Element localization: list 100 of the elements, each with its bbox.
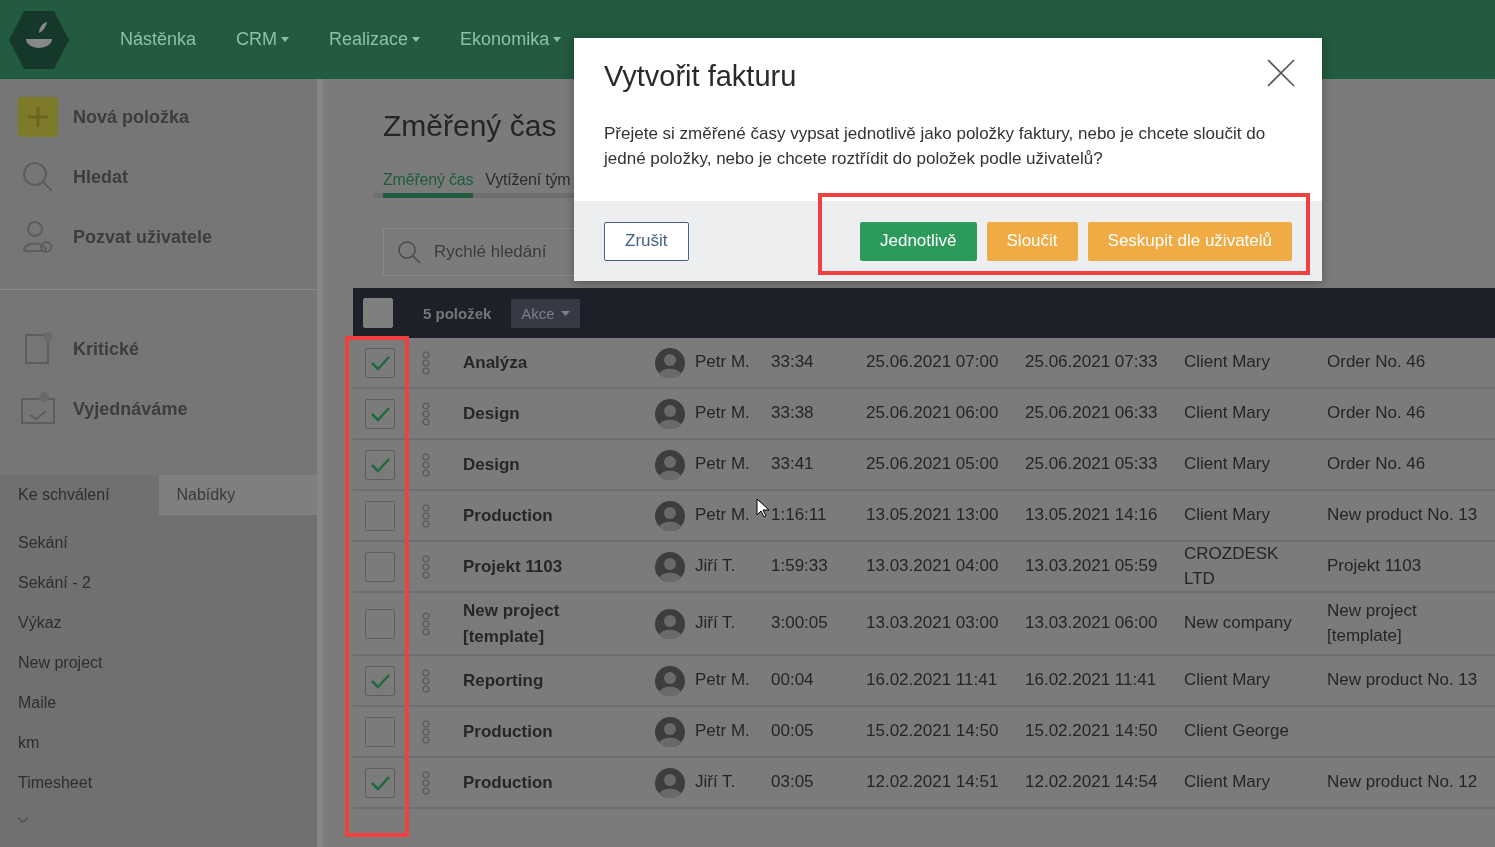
checkbox[interactable] [365,347,395,378]
sidebar-list-item[interactable]: Sekání [18,523,317,563]
sidebar-list-item[interactable]: Timesheet [18,763,317,803]
task-name: Analýza [463,351,528,374]
dialog-message: Přejete si změřené časy vypsat jednotlivě jako položky faktury, nebo je chcete sloučit do jedné položky, nebo je chcete roztřídit do položek podle uživatelů? [602,123,1267,170]
client-name: New company [1184,612,1292,635]
sidebar-item[interactable]: Hledat [73,166,128,188]
avatar [655,716,685,747]
order-name: New project [template] [1327,600,1418,647]
task-name: Design [463,402,520,425]
task-name: Design [463,453,520,476]
nav-menu-item[interactable]: Ekonomika [460,29,562,50]
checkbox[interactable] [365,665,395,696]
task-name: Production [463,721,553,744]
group-by-user-button[interactable]: Seskupit dle uživatelů [1087,221,1292,261]
client-name: Client Mary [1184,402,1270,425]
avatar [655,551,685,582]
logo-icon[interactable] [8,8,70,71]
start-time: 16.02.2021 11:41 [866,669,998,692]
nav-menu-item[interactable]: Nástěnka [120,29,197,50]
close-icon[interactable] [1266,58,1296,88]
checkbox[interactable] [365,449,395,480]
search-icon [397,240,421,264]
avatar [655,767,685,798]
order-name: New product No. 13 [1327,669,1478,692]
avatar [655,608,685,639]
sidebar-list-item[interactable]: New project [18,643,317,683]
user-name: Jiří T. [695,555,736,578]
user-name: Petr M. [695,504,750,527]
checkbox[interactable] [365,500,395,531]
sidebar-list-item[interactable]: km [18,723,317,763]
cursor-icon [756,498,770,518]
row-menu-icon[interactable] [422,719,430,744]
user-name: Jiří T. [695,771,736,794]
start-time: 12.02.2021 14:51 [866,771,999,794]
start-time: 13.03.2021 03:00 [866,612,999,635]
sidebar-item[interactable]: Vyjednáváme [73,398,188,420]
row-menu-icon[interactable] [422,503,430,528]
tab[interactable]: Změřený čas [383,171,474,198]
avatar [655,347,685,378]
duration: 00:04 [771,669,814,692]
avatar [655,665,685,696]
start-time: 25.06.2021 05:00 [866,453,999,476]
client-name: Client Mary [1184,771,1270,794]
individually-button[interactable]: Jednotlivě [859,221,977,261]
checkbox[interactable] [363,298,393,328]
user-name: Petr M. [695,351,750,374]
order-name: New product No. 13 [1327,504,1478,527]
end-time: 16.02.2021 11:41 [1025,669,1157,692]
row-menu-icon[interactable] [422,668,430,693]
sidebar-item[interactable]: Nová položka [73,106,190,128]
end-time: 25.06.2021 07:33 [1025,351,1158,374]
user-name: Petr M. [695,720,750,743]
sidebar-list-item[interactable]: Výkaz [18,603,317,643]
merge-button[interactable]: Sloučit [986,221,1078,261]
row-menu-icon[interactable] [422,770,430,795]
row-menu-icon[interactable] [422,554,430,579]
row-menu-icon[interactable] [422,452,430,477]
checkbox[interactable] [365,716,395,747]
start-time: 15.02.2021 14:50 [866,720,999,743]
end-time: 25.06.2021 06:33 [1025,402,1158,425]
nav-menu-item[interactable]: CRM [236,29,290,50]
duration: 03:05 [771,771,814,794]
order-name: Order No. 46 [1327,453,1426,476]
row-menu-icon[interactable] [422,611,430,636]
sidebar-tab[interactable]: Ke schválení [0,475,159,515]
avatar [655,449,685,480]
sidebar-list-item[interactable]: Maile [18,683,317,723]
start-time: 13.05.2021 13:00 [866,504,999,527]
chevron-icon[interactable] [18,817,28,823]
task-name: Production [463,504,553,527]
sidebar-item[interactable]: Kritické [73,338,140,360]
row-menu-icon[interactable] [422,350,430,375]
avatar [655,398,685,429]
order-name: Projekt 1103 [1327,555,1422,578]
sidebar-tab[interactable]: Nabídky [158,475,317,515]
duration: 33:41 [771,453,814,476]
nav-menu-item[interactable]: Realizace [329,29,421,50]
cancel-button[interactable]: Zrušit [604,221,689,261]
sidebar-item[interactable]: Pozvat uživatele [73,226,213,248]
user-name: Petr M. [695,453,750,476]
actions-dropdown[interactable]: Akce [511,298,580,328]
page-title: Změřený čas [383,109,557,144]
start-time: 13.03.2021 04:00 [866,555,999,578]
user-name: Petr M. [695,402,750,425]
client-name: Client Mary [1184,453,1270,476]
sidebar-list-item[interactable]: Sekání - 2 [18,563,317,603]
checkbox[interactable] [365,398,395,429]
plus-icon[interactable] [18,97,58,137]
end-time: 13.03.2021 06:00 [1025,612,1158,635]
duration: 00:05 [771,720,814,743]
order-name: Order No. 46 [1327,351,1426,374]
tab[interactable]: Vytížení tým [485,171,571,198]
row-menu-icon[interactable] [422,401,430,426]
duration: 33:34 [771,351,814,374]
avatar [655,500,685,531]
checkbox[interactable] [365,767,395,798]
checkbox[interactable] [365,551,395,582]
task-name: Projekt 1103 [463,555,563,578]
checkbox[interactable] [365,608,395,639]
